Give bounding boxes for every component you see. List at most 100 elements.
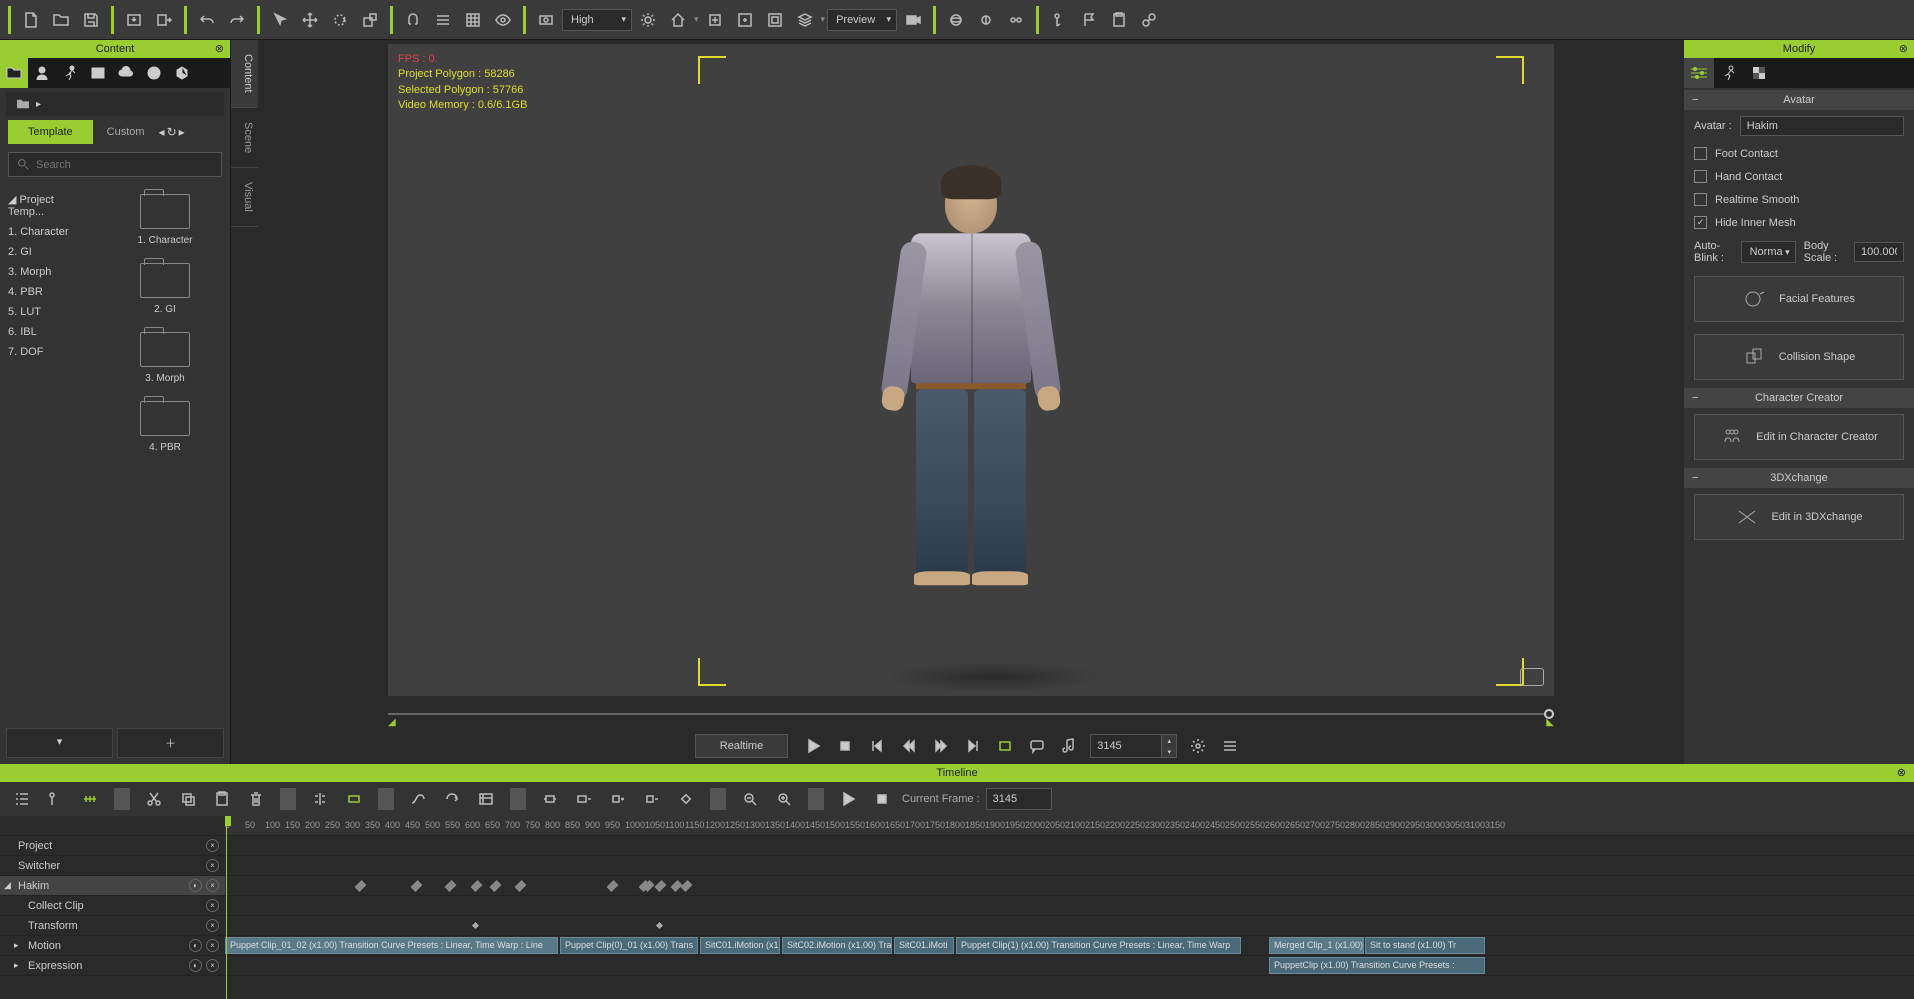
track-close-icon[interactable]: × [206,839,219,852]
section-cc[interactable]: −Character Creator [1684,388,1914,408]
go-start-icon[interactable] [866,735,888,757]
track-row[interactable]: Transform× [0,916,225,936]
motion-clip[interactable]: Puppet Clip_01_02 (x1.00) Transition Cur… [225,937,558,954]
section-avatar[interactable]: −Avatar [1684,90,1914,110]
prev-frame-icon[interactable] [898,735,920,757]
open-file-icon[interactable] [47,6,75,34]
tl-copy-icon[interactable] [174,785,202,813]
tl-fit-icon[interactable] [536,785,564,813]
tl-insert-icon[interactable] [604,785,632,813]
close-icon[interactable]: ⊗ [1897,766,1906,779]
modify-tab-motion[interactable] [1714,58,1744,88]
tl-loop-icon[interactable] [438,785,466,813]
tl-play-icon[interactable] [834,785,862,813]
track-row[interactable]: ◢Hakim◐× [0,876,225,896]
track-row[interactable]: Project× [0,836,225,856]
speech-icon[interactable] [1026,735,1048,757]
folder-item[interactable]: 1. Character [104,189,226,246]
frame-up-icon[interactable]: ▴ [1162,735,1176,746]
tree-item[interactable]: 4. PBR [8,282,92,302]
list-icon[interactable] [1219,735,1241,757]
zoom-all-icon[interactable] [731,6,759,34]
tl-key-icon[interactable] [672,785,700,813]
hide-inner-mesh-checkbox[interactable]: ✓Hide Inner Mesh [1684,211,1914,234]
timeline-ruler[interactable]: 0501001502002503003504004505005506006507… [225,816,1914,836]
playhead[interactable] [226,816,227,999]
comment-icon[interactable] [1520,668,1544,686]
track-close-icon[interactable]: × [206,959,219,972]
export-icon[interactable] [150,6,178,34]
tl-dope-icon[interactable] [472,785,500,813]
section-3dx[interactable]: −3DXchange [1684,468,1914,488]
camera-view-icon[interactable] [532,6,560,34]
scrub-end-marker[interactable]: ◣ [1546,717,1554,728]
tl-zoomin-icon[interactable] [770,785,798,813]
avatar-name-input[interactable] [1740,116,1904,136]
modify-tab-texture[interactable] [1744,58,1774,88]
folder-item[interactable]: 2. GI [104,258,226,315]
expand-icon[interactable]: ▸ [14,940,19,951]
align-icon[interactable] [429,6,457,34]
tl-filter-icon[interactable] [42,785,70,813]
layers-icon[interactable] [791,6,819,34]
track-close-icon[interactable]: × [206,859,219,872]
go-end-icon[interactable] [962,735,984,757]
move-tool-icon[interactable] [296,6,324,34]
foot-contact-checkbox[interactable]: Foot Contact [1684,142,1914,165]
save-icon[interactable] [77,6,105,34]
track-row[interactable]: Collect Clip× [0,896,225,916]
motion-clip[interactable]: Sit to stand (x1.00) Tr [1365,937,1485,954]
tl-split-icon[interactable] [306,785,334,813]
track-row[interactable]: ▸Motion◐× [0,936,225,956]
light-icon[interactable] [634,6,662,34]
flag2-icon[interactable] [1075,6,1103,34]
edit-3dx-button[interactable]: Edit in 3DXchange [1694,494,1904,540]
edit-cc-button[interactable]: Edit in Character Creator [1694,414,1904,460]
frame-icon[interactable] [761,6,789,34]
side-tab-content[interactable]: Content [231,40,258,108]
folder-item[interactable]: 3. Morph [104,327,226,384]
select-tool-icon[interactable] [266,6,294,34]
tree-item[interactable]: 7. DOF [8,342,92,362]
tree-item[interactable]: 6. IBL [8,322,92,342]
record-icon[interactable] [899,6,927,34]
motion-clip[interactable]: Puppet Clip(0)_01 (x1.00) Trans [560,937,698,954]
tl-remove-icon[interactable] [638,785,666,813]
tl-zoomsel-icon[interactable] [570,785,598,813]
scrub-start-marker[interactable]: ◢ [388,717,396,728]
hand-contact-checkbox[interactable]: Hand Contact [1684,165,1914,188]
simulate-icon[interactable] [1002,6,1030,34]
modify-tab-adjust[interactable] [1684,58,1714,88]
track-close-icon[interactable]: × [206,939,219,952]
motion-clip[interactable]: SitC02.iMotion (x1.00) Tra [782,937,892,954]
facial-features-button[interactable]: Facial Features [1694,276,1904,322]
track-row[interactable]: Switcher× [0,856,225,876]
tree-item[interactable]: 3. Morph [8,262,92,282]
new-file-icon[interactable] [17,6,45,34]
realtime-button[interactable]: Realtime [695,734,788,758]
tree-item[interactable]: 5. LUT [8,302,92,322]
tl-stop-icon[interactable] [868,785,896,813]
content-tab-cloud[interactable] [112,58,140,88]
play-icon[interactable] [802,735,824,757]
tl-cut-icon[interactable] [140,785,168,813]
motion-clip[interactable]: Puppet Clip(1) (x1.00) Transition Curve … [956,937,1241,954]
grid-icon[interactable] [459,6,487,34]
motion-clip[interactable]: SitC01.iMoti [894,937,954,954]
tree-root[interactable]: ◢ Project Temp... [8,189,92,222]
flag1-icon[interactable] [1045,6,1073,34]
tree-item[interactable]: 2. GI [8,242,92,262]
breadcrumb[interactable]: ▸ [6,92,224,116]
collision-shape-button[interactable]: Collision Shape [1694,334,1904,380]
physics-icon[interactable] [942,6,970,34]
content-tab-media[interactable] [140,58,168,88]
expression-clip[interactable]: PuppetClip (x1.00) Transition Curve Pres… [1269,957,1485,974]
scale-tool-icon[interactable] [356,6,384,34]
link-icon[interactable] [1135,6,1163,34]
bodyscale-input[interactable] [1854,242,1904,262]
snap-icon[interactable] [399,6,427,34]
undo-icon[interactable] [193,6,221,34]
motion-clip[interactable]: SitC01.iMotion (x1 [700,937,780,954]
tl-delete-icon[interactable] [242,785,270,813]
next-frame-icon[interactable] [930,735,952,757]
